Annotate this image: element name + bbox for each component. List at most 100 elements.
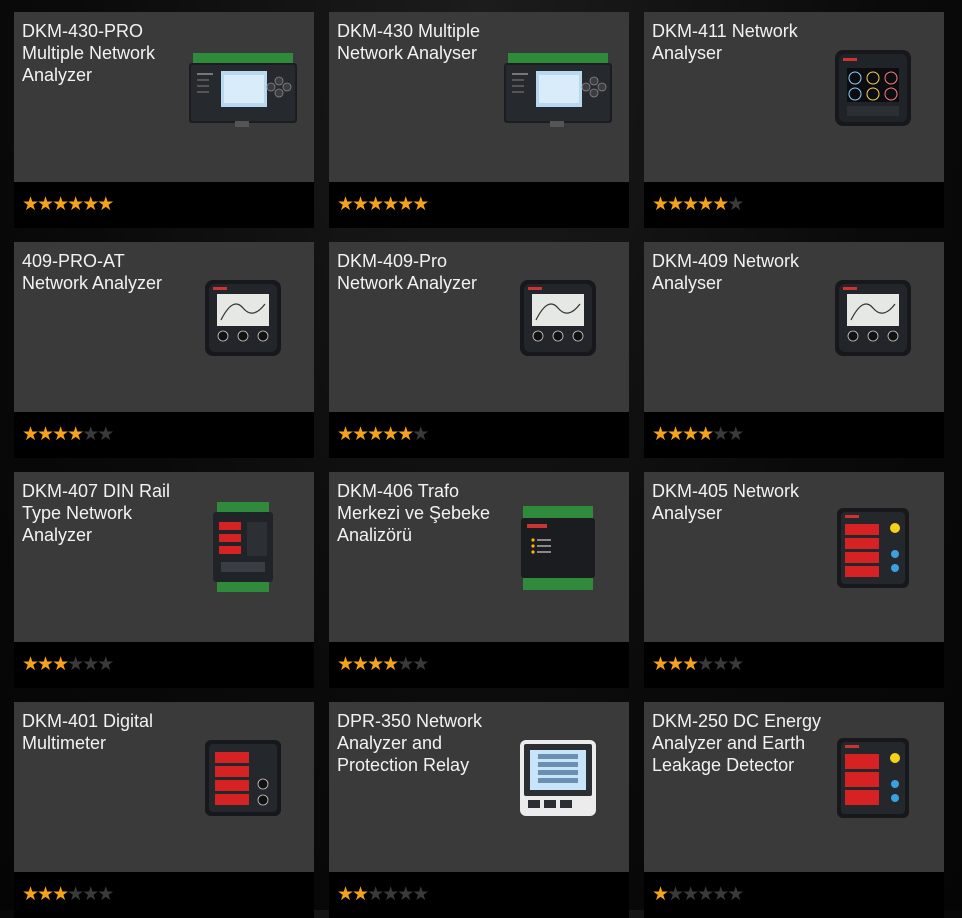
star-empty-icon: ★: [82, 883, 99, 905]
product-title[interactable]: DKM-430 Multiple Network Analyser: [337, 20, 507, 64]
product-card-body[interactable]: DPR-350 Network Analyzer and Protection …: [329, 702, 629, 872]
product-card-body[interactable]: DKM-407 DIN Rail Type Network Analyzer: [14, 472, 314, 642]
product-card[interactable]: DKM-409-Pro Network Analyzer ★★★★★★: [329, 242, 629, 458]
star-filled-icon: ★: [52, 653, 69, 675]
product-card[interactable]: DKM-430 Multiple Network Analyser ★★★★★★: [329, 12, 629, 228]
product-card-body[interactable]: DKM-250 DC Energy Analyzer and Earth Lea…: [644, 702, 944, 872]
star-empty-icon: ★: [97, 653, 114, 675]
star-filled-icon: ★: [337, 653, 354, 675]
star-filled-icon: ★: [652, 653, 669, 675]
product-card-body[interactable]: 409-PRO-AT Network Analyzer: [14, 242, 314, 412]
star-empty-icon: ★: [367, 883, 384, 905]
star-filled-icon: ★: [652, 883, 669, 905]
product-image[interactable]: [501, 498, 615, 598]
star-rating: ★★★★★★: [22, 883, 114, 905]
product-image[interactable]: [501, 728, 615, 828]
star-filled-icon: ★: [667, 653, 684, 675]
star-empty-icon: ★: [82, 423, 99, 445]
rating-bar: ★★★★★★: [329, 642, 629, 688]
product-grid: DKM-430-PRO Multiple Network Analyzer ★★★…: [0, 0, 962, 918]
product-card[interactable]: DKM-411 Network Analyser ★★★★★★: [644, 12, 944, 228]
product-image[interactable]: [186, 38, 300, 138]
product-card-body[interactable]: DKM-411 Network Analyser: [644, 12, 944, 182]
star-empty-icon: ★: [727, 193, 744, 215]
star-rating: ★★★★★★: [22, 653, 114, 675]
star-rating: ★★★★★★: [22, 193, 114, 215]
star-rating: ★★★★★★: [652, 653, 744, 675]
star-empty-icon: ★: [67, 883, 84, 905]
product-title[interactable]: DKM-406 Trafo Merkezi ve Şebeke Analizör…: [337, 480, 507, 546]
product-card-body[interactable]: DKM-409 Network Analyser: [644, 242, 944, 412]
star-filled-icon: ★: [367, 193, 384, 215]
star-filled-icon: ★: [37, 883, 54, 905]
product-card-body[interactable]: DKM-401 Digital Multimeter: [14, 702, 314, 872]
star-empty-icon: ★: [712, 653, 729, 675]
star-filled-icon: ★: [67, 193, 84, 215]
product-card[interactable]: DKM-430-PRO Multiple Network Analyzer ★★★…: [14, 12, 314, 228]
product-title[interactable]: DKM-250 DC Energy Analyzer and Earth Lea…: [652, 710, 822, 776]
star-empty-icon: ★: [712, 883, 729, 905]
product-image[interactable]: [816, 38, 930, 138]
product-title[interactable]: DKM-409 Network Analyser: [652, 250, 822, 294]
product-card[interactable]: DPR-350 Network Analyzer and Protection …: [329, 702, 629, 918]
product-card[interactable]: DKM-409 Network Analyser ★★★★★★: [644, 242, 944, 458]
star-filled-icon: ★: [697, 423, 714, 445]
product-card-body[interactable]: DKM-406 Trafo Merkezi ve Şebeke Analizör…: [329, 472, 629, 642]
product-image[interactable]: [186, 268, 300, 368]
product-title[interactable]: DKM-411 Network Analyser: [652, 20, 822, 64]
star-filled-icon: ★: [697, 193, 714, 215]
star-filled-icon: ★: [52, 193, 69, 215]
star-empty-icon: ★: [397, 653, 414, 675]
product-title[interactable]: DKM-430-PRO Multiple Network Analyzer: [22, 20, 192, 86]
star-filled-icon: ★: [352, 193, 369, 215]
star-filled-icon: ★: [67, 423, 84, 445]
star-filled-icon: ★: [352, 883, 369, 905]
star-rating: ★★★★★★: [337, 193, 429, 215]
product-image[interactable]: [186, 498, 300, 598]
star-filled-icon: ★: [652, 423, 669, 445]
star-filled-icon: ★: [22, 423, 39, 445]
product-image[interactable]: [816, 498, 930, 598]
rating-bar: ★★★★★★: [644, 872, 944, 918]
product-card[interactable]: DKM-407 DIN Rail Type Network Analyzer ★★…: [14, 472, 314, 688]
product-image[interactable]: [816, 268, 930, 368]
product-image[interactable]: [501, 268, 615, 368]
star-filled-icon: ★: [352, 423, 369, 445]
star-rating: ★★★★★★: [652, 193, 744, 215]
star-empty-icon: ★: [412, 653, 429, 675]
star-empty-icon: ★: [727, 653, 744, 675]
product-title[interactable]: DKM-409-Pro Network Analyzer: [337, 250, 507, 294]
star-rating: ★★★★★★: [337, 653, 429, 675]
star-empty-icon: ★: [97, 423, 114, 445]
product-card[interactable]: DKM-405 Network Analyser ★★★★★★: [644, 472, 944, 688]
star-filled-icon: ★: [652, 193, 669, 215]
product-card[interactable]: DKM-401 Digital Multimeter ★★★★★★: [14, 702, 314, 918]
product-card[interactable]: DKM-250 DC Energy Analyzer and Earth Lea…: [644, 702, 944, 918]
product-card[interactable]: 409-PRO-AT Network Analyzer ★★★★★★: [14, 242, 314, 458]
product-image[interactable]: [501, 38, 615, 138]
product-title[interactable]: DKM-407 DIN Rail Type Network Analyzer: [22, 480, 192, 546]
star-filled-icon: ★: [52, 883, 69, 905]
rating-bar: ★★★★★★: [14, 412, 314, 458]
rating-bar: ★★★★★★: [329, 182, 629, 228]
product-image[interactable]: [186, 728, 300, 828]
product-card-body[interactable]: DKM-405 Network Analyser: [644, 472, 944, 642]
star-rating: ★★★★★★: [337, 423, 429, 445]
product-title[interactable]: DKM-401 Digital Multimeter: [22, 710, 192, 754]
rating-bar: ★★★★★★: [14, 642, 314, 688]
product-card-body[interactable]: DKM-409-Pro Network Analyzer: [329, 242, 629, 412]
product-card-body[interactable]: DKM-430-PRO Multiple Network Analyzer: [14, 12, 314, 182]
product-title[interactable]: DKM-405 Network Analyser: [652, 480, 822, 524]
star-filled-icon: ★: [37, 423, 54, 445]
product-card[interactable]: DKM-406 Trafo Merkezi ve Şebeke Analizör…: [329, 472, 629, 688]
product-title[interactable]: 409-PRO-AT Network Analyzer: [22, 250, 192, 294]
star-filled-icon: ★: [22, 193, 39, 215]
product-card-body[interactable]: DKM-430 Multiple Network Analyser: [329, 12, 629, 182]
star-filled-icon: ★: [352, 653, 369, 675]
product-image[interactable]: [816, 728, 930, 828]
product-title[interactable]: DPR-350 Network Analyzer and Protection …: [337, 710, 507, 776]
star-rating: ★★★★★★: [652, 883, 744, 905]
star-filled-icon: ★: [367, 423, 384, 445]
star-empty-icon: ★: [82, 653, 99, 675]
rating-bar: ★★★★★★: [644, 182, 944, 228]
